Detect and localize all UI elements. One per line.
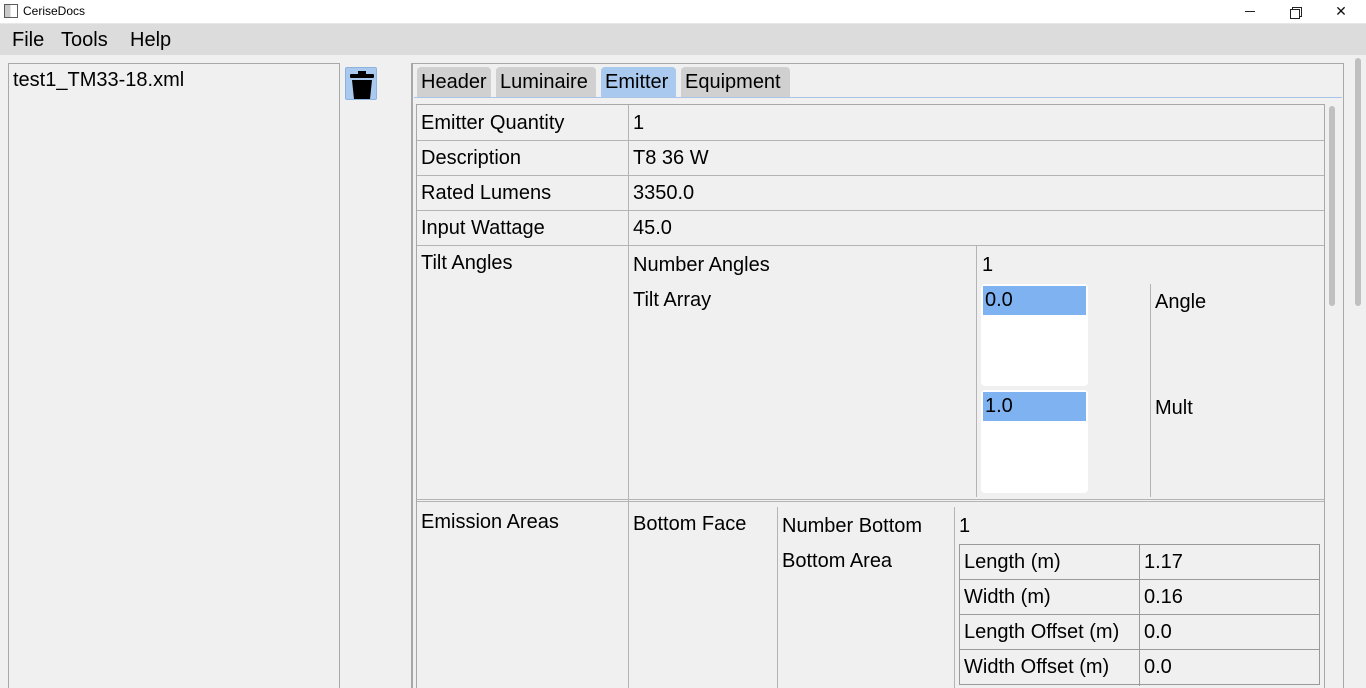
row-description: Description T8 36 W [417,141,1324,176]
width-offset-value[interactable]: 0.0 [1144,655,1172,679]
divider [1150,284,1151,497]
bottom-face-label: Bottom Face [633,513,747,535]
divider [628,105,629,688]
tilt-mult-list[interactable]: 1.0 [981,390,1088,493]
tab-emitter[interactable]: Emitter [601,67,676,97]
number-bottom-label: Number Bottom [782,515,923,537]
bottom-area-label: Bottom Area [782,550,893,572]
tilt-array-label: Tilt Array [633,289,712,311]
window-title: CeriseDocs [23,4,86,18]
minimize-icon [1245,11,1255,12]
tilt-angles-label: Tilt Angles [421,252,513,274]
delete-column [339,63,412,688]
row-rated-lumens: Rated Lumens 3350.0 [417,176,1324,211]
maximize-button[interactable] [1272,0,1318,23]
description-value[interactable]: T8 36 W [633,146,709,170]
length-value[interactable]: 1.17 [1144,550,1183,574]
menu-file[interactable]: File [11,28,45,52]
emitter-quantity-value[interactable]: 1 [633,111,644,135]
menu-help[interactable]: Help [129,28,172,52]
mult-label: Mult [1155,397,1193,419]
tab-equipment[interactable]: Equipment [681,67,790,97]
emission-areas-label: Emission Areas [421,511,559,533]
divider [777,507,778,688]
row-tilt-angles: Tilt Angles Number Angles 1 Tilt Array 0… [417,246,1324,502]
number-angles-label: Number Angles [633,254,770,276]
form-scrollbar[interactable] [1325,104,1339,688]
row-emitter-quantity: Emitter Quantity 1 [417,105,1324,141]
window-scrollbar[interactable] [1352,58,1364,688]
tilt-angle-list[interactable]: 0.0 [981,284,1088,386]
window-scroll-thumb[interactable] [1355,58,1361,306]
tilt-mult-item[interactable]: 1.0 [983,392,1086,421]
tilt-angle-item[interactable]: 0.0 [983,286,1086,315]
divider [954,507,955,688]
length-label: Length (m) [964,551,1061,573]
input-wattage-value[interactable]: 45.0 [633,216,672,240]
rated-lumens-label: Rated Lumens [421,182,552,204]
length-offset-value[interactable]: 0.0 [1144,620,1172,644]
angle-label: Angle [1155,291,1207,313]
close-button[interactable]: ✕ [1318,0,1364,23]
file-item[interactable]: test1_TM33-18.xml [13,68,184,92]
menu-bar: File Tools Help [0,23,1366,55]
close-icon: ✕ [1335,3,1347,19]
number-angles-value[interactable]: 1 [982,253,993,277]
restore-icon [1290,6,1302,19]
row-input-wattage: Input Wattage 45.0 [417,211,1324,246]
tab-underline [414,97,1342,98]
menu-tools[interactable]: Tools [60,28,109,52]
rated-lumens-value[interactable]: 3350.0 [633,181,694,205]
width-label: Width (m) [964,586,1051,608]
description-label: Description [421,147,522,169]
trash-icon [350,71,374,99]
length-offset-label: Length Offset (m) [964,621,1120,643]
number-bottom-value[interactable]: 1 [959,514,970,538]
form-scroll-thumb[interactable] [1329,106,1335,306]
tab-header[interactable]: Header [417,67,491,97]
divider [1139,545,1140,686]
app-icon [4,4,18,18]
divider [976,246,977,497]
width-value[interactable]: 0.16 [1144,585,1183,609]
tab-luminaire[interactable]: Luminaire [496,67,596,97]
file-list: test1_TM33-18.xml [8,63,340,688]
width-offset-label: Width Offset (m) [964,656,1110,678]
emitter-quantity-label: Emitter Quantity [421,112,565,134]
bottom-area-table: Length (m) 1.17 Width (m) 0.16 Length Of… [959,544,1320,686]
title-bar: CeriseDocs ✕ [0,0,1366,23]
delete-file-button[interactable] [345,67,377,100]
minimize-button[interactable] [1227,0,1273,23]
input-wattage-label: Input Wattage [421,217,545,239]
